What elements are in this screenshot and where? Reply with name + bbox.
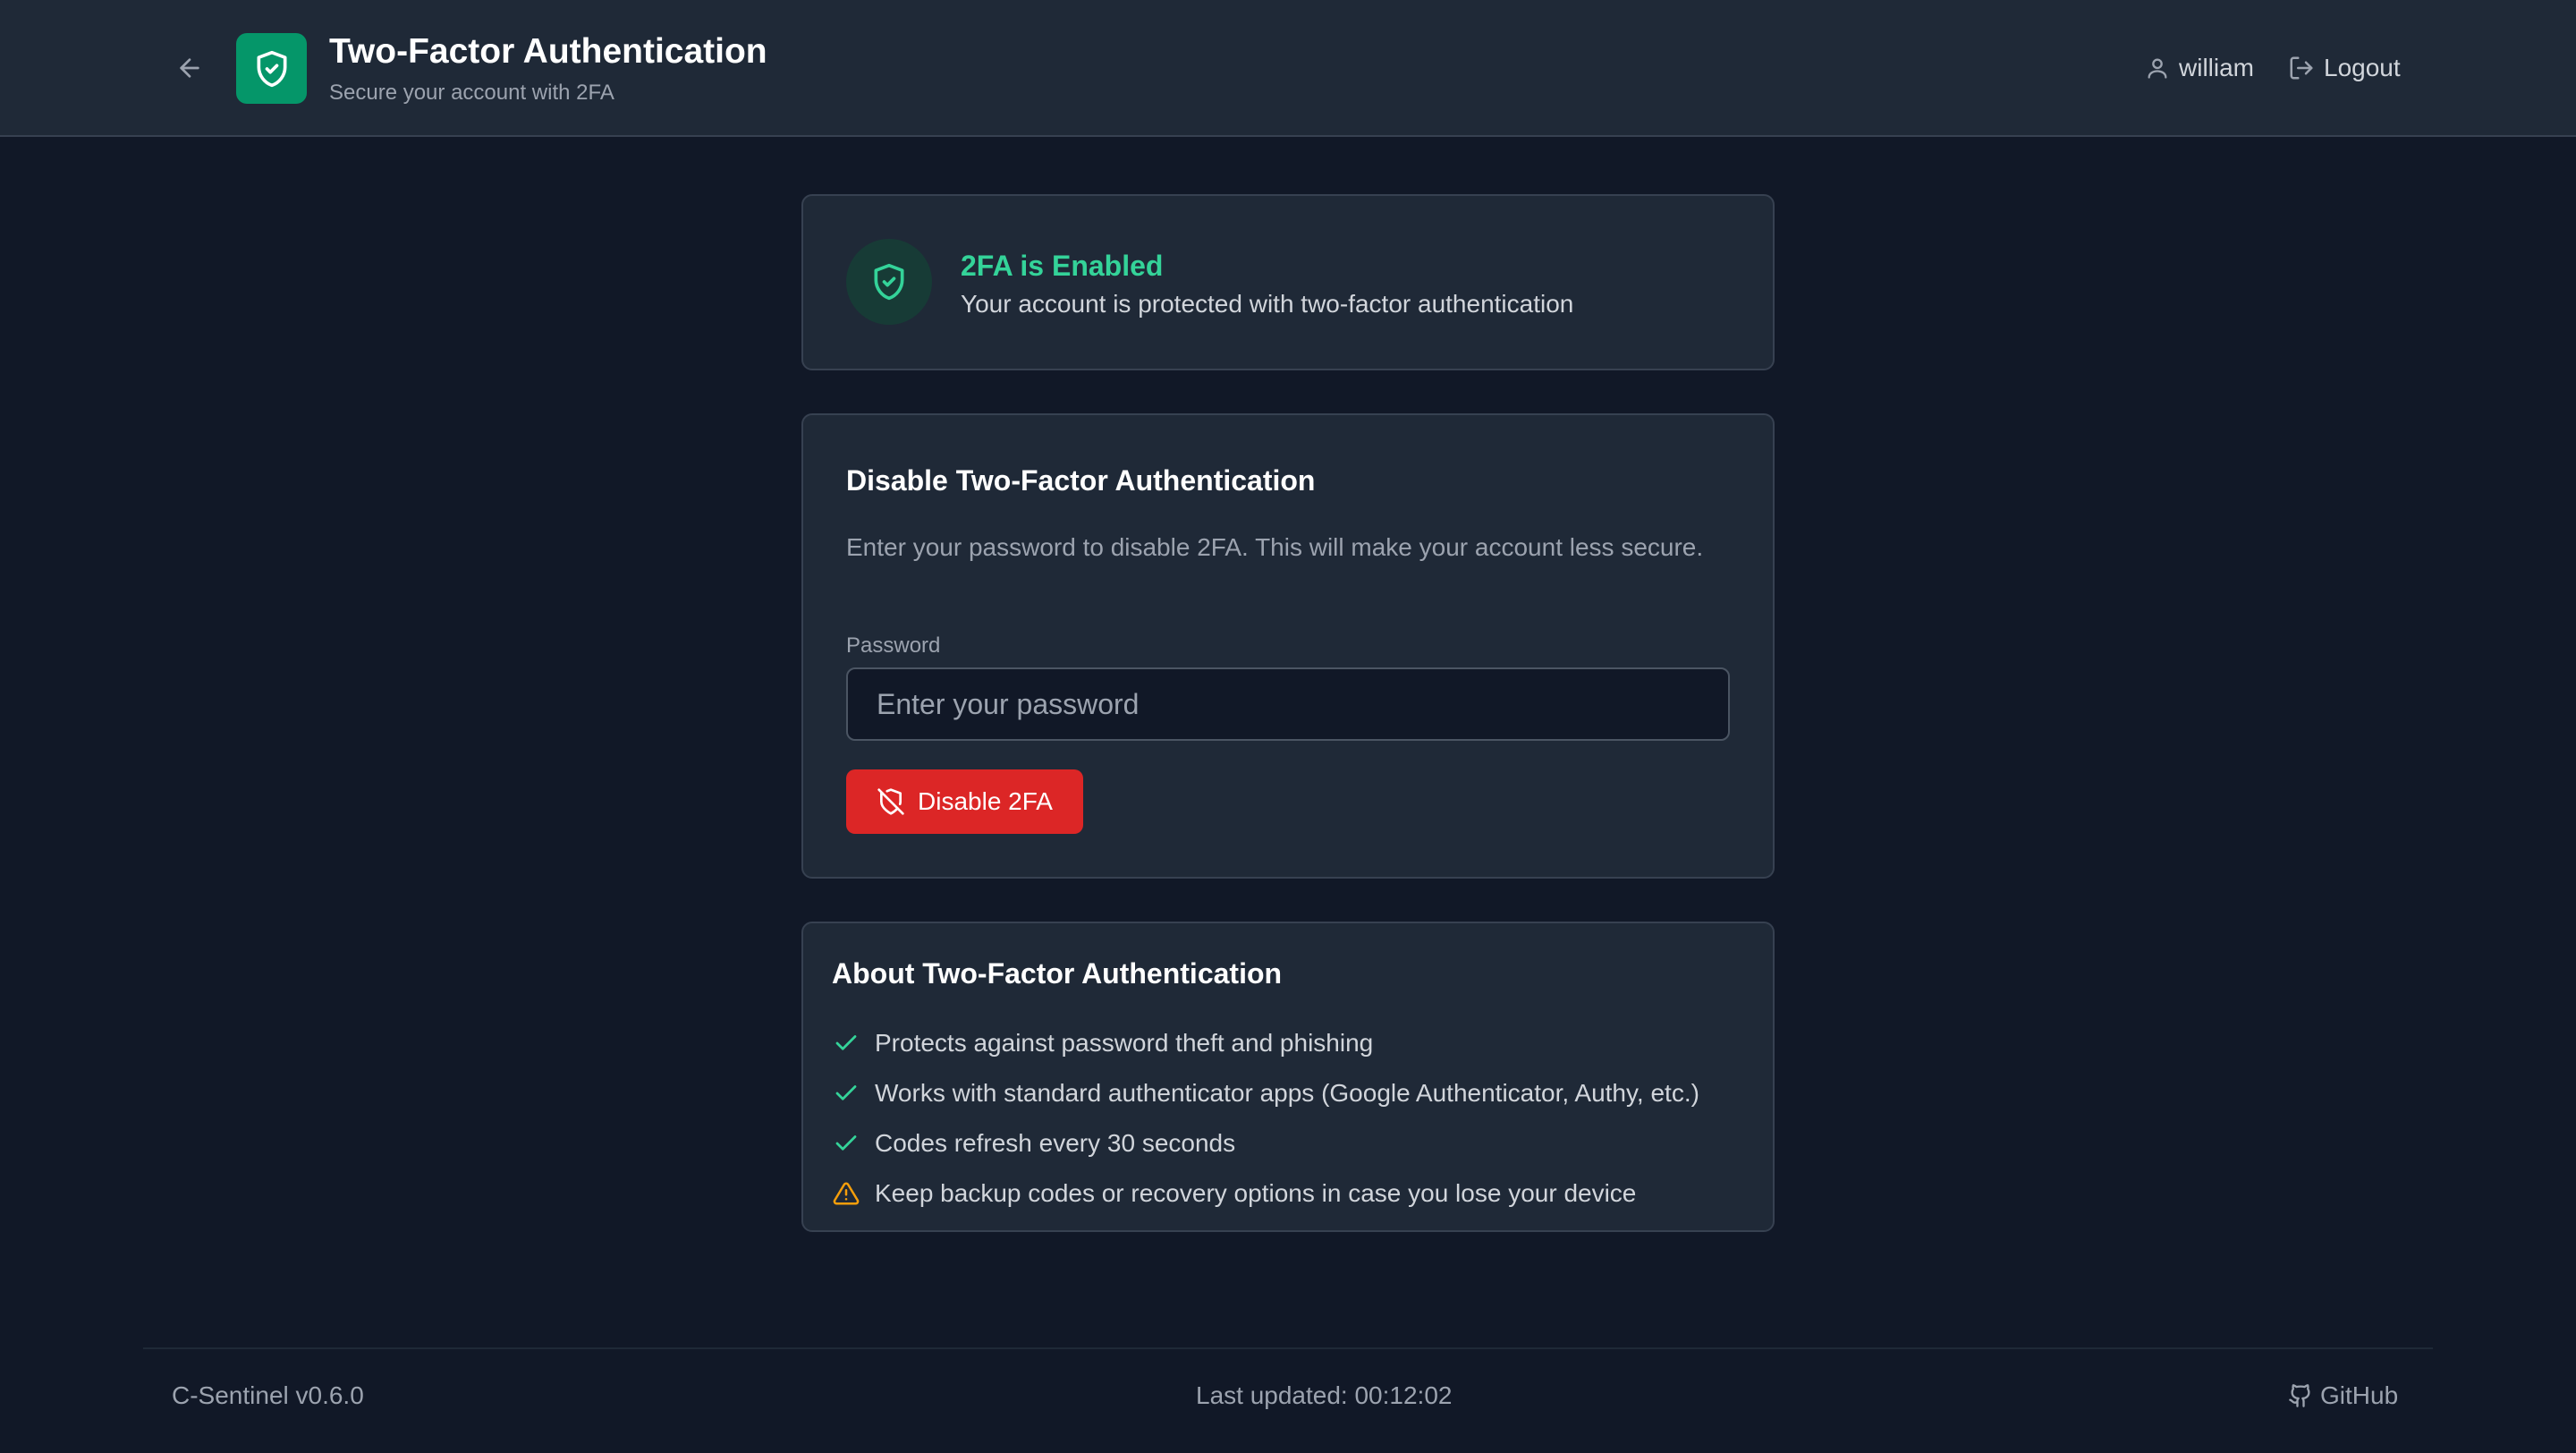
list-item: Works with standard authenticator apps (… <box>832 1068 1699 1118</box>
password-input[interactable] <box>846 667 1730 741</box>
logout-button[interactable]: Logout <box>2288 52 2401 84</box>
about-card-title: About Two-Factor Authentication <box>832 957 1283 990</box>
footer-divider <box>143 1347 2433 1349</box>
top-header: Two-Factor Authentication Secure your ac… <box>0 0 2576 137</box>
about-2fa-card: About Two-Factor Authentication Protects… <box>801 922 1775 1232</box>
shield-check-icon <box>874 263 904 301</box>
github-link[interactable]: GitHub <box>2288 1380 2398 1412</box>
disable-2fa-card: Disable Two-Factor Authentication Enter … <box>801 413 1775 879</box>
password-label: Password <box>846 633 941 658</box>
username-label: william <box>2179 54 2254 81</box>
shield-off-icon <box>877 788 904 815</box>
status-title: 2FA is Enabled <box>961 250 1164 282</box>
list-item: Protects against password theft and phis… <box>832 1018 1699 1068</box>
last-updated: Last updated: 00:12:02 <box>1196 1381 1453 1409</box>
list-item-text: Codes refresh every 30 seconds <box>875 1129 1236 1157</box>
logout-label: Logout <box>2324 54 2401 81</box>
disable-2fa-button-label: Disable 2FA <box>918 787 1053 815</box>
warning-icon <box>832 1179 860 1208</box>
check-icon <box>832 1029 860 1058</box>
page-subtitle: Secure your account with 2FA <box>329 81 614 105</box>
back-button[interactable] <box>170 48 209 88</box>
disable-card-description: Enter your password to disable 2FA. This… <box>846 533 1704 561</box>
disable-2fa-button[interactable]: Disable 2FA <box>846 769 1083 834</box>
list-item-text: Works with standard authenticator apps (… <box>875 1079 1699 1107</box>
list-item: Keep backup codes or recovery options in… <box>832 1168 1699 1219</box>
app-logo <box>236 33 307 104</box>
about-list: Protects against password theft and phis… <box>832 1018 1699 1219</box>
list-item: Codes refresh every 30 seconds <box>832 1118 1699 1168</box>
status-icon-circle <box>846 239 932 325</box>
status-card: 2FA is Enabled Your account is protected… <box>801 194 1775 370</box>
user-menu[interactable]: william <box>2145 52 2254 84</box>
logout-icon <box>2290 56 2313 80</box>
list-item-text: Keep backup codes or recovery options in… <box>875 1179 1637 1207</box>
check-icon <box>832 1079 860 1108</box>
app-version: C-Sentinel v0.6.0 <box>172 1381 364 1409</box>
arrow-left-icon <box>180 58 199 78</box>
list-item-text: Protects against password theft and phis… <box>875 1029 1374 1057</box>
page-title: Two-Factor Authentication <box>329 32 767 71</box>
shield-check-icon <box>257 50 286 87</box>
check-icon <box>832 1129 860 1158</box>
github-icon <box>2289 1384 2310 1407</box>
status-description: Your account is protected with two-facto… <box>961 290 1574 318</box>
github-label: GitHub <box>2320 1381 2399 1409</box>
user-icon <box>2148 58 2167 79</box>
disable-card-title: Disable Two-Factor Authentication <box>846 464 1316 497</box>
